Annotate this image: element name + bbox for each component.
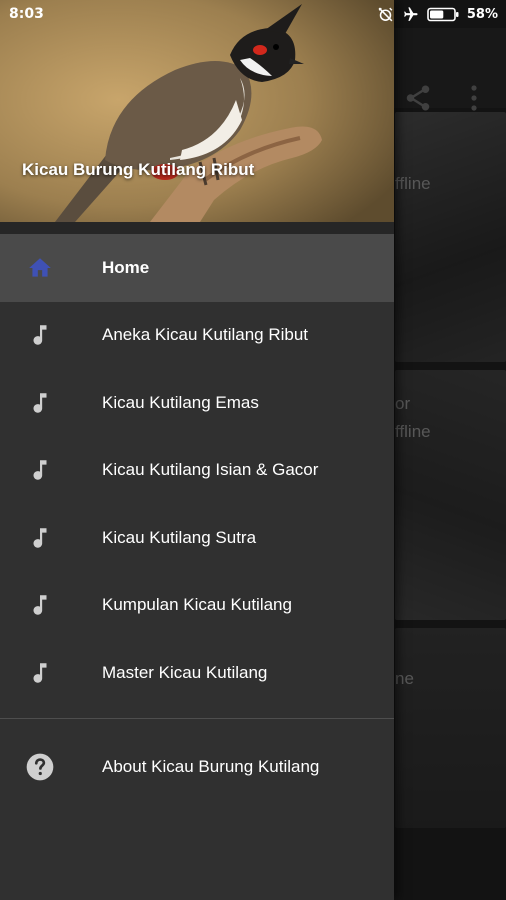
music-note-icon [24,522,56,554]
menu-item-home[interactable]: Home [0,234,394,302]
menu-item-label: Aneka Kicau Kutilang Ribut [102,325,309,345]
drawer-header: Kicau Burung Kutilang Ribut [0,0,394,222]
drawer-header-title: Kicau Burung Kutilang Ribut [22,160,255,179]
music-note-icon [24,387,56,419]
home-icon [24,252,56,284]
menu-item-label: Kicau Kutilang Sutra [102,527,257,547]
music-note-icon [24,454,56,486]
status-icons: 58% [377,5,498,23]
battery-percent: 58% [466,6,498,22]
drawer-menu: Home Aneka Kicau Kutilang Ribut Kicau Ku… [0,234,394,801]
battery-icon [427,7,459,21]
menu-item-label: Kicau Kutilang Emas [102,392,259,412]
status-bar: 8:03 58% [0,0,506,28]
alarm-off-icon [378,7,393,21]
menu-item-about[interactable]: About Kicau Burung Kutilang [0,733,394,801]
music-note-icon [24,589,56,621]
menu-item-label: Kumpulan Kicau Kutilang [102,595,292,615]
menu-item-kutilang-sutra[interactable]: Kicau Kutilang Sutra [0,504,394,572]
menu-item-kutilang-emas[interactable]: Kicau Kutilang Emas [0,369,394,437]
status-time: 8:03 [9,6,44,22]
navigation-drawer: Kicau Burung Kutilang Ribut Home Aneka K… [0,0,394,900]
menu-item-label: Kicau Kutilang Isian & Gacor [102,460,319,480]
header-divider [0,222,394,234]
menu-item-label: Home [102,257,150,277]
menu-item-aneka-kicau[interactable]: Aneka Kicau Kutilang Ribut [0,302,394,370]
menu-item-master-kicau[interactable]: Master Kicau Kutilang [0,639,394,707]
bird-header-image [0,0,394,222]
music-note-icon [24,319,56,351]
help-icon [24,751,56,783]
menu-divider [0,717,394,719]
menu-item-kumpulan-kicau[interactable]: Kumpulan Kicau Kutilang [0,572,394,640]
menu-item-label: Master Kicau Kutilang [102,662,268,682]
airplane-icon [404,6,418,21]
menu-item-label: About Kicau Burung Kutilang [102,756,320,776]
menu-item-isian-gacor[interactable]: Kicau Kutilang Isian & Gacor [0,437,394,505]
music-note-icon [24,657,56,689]
